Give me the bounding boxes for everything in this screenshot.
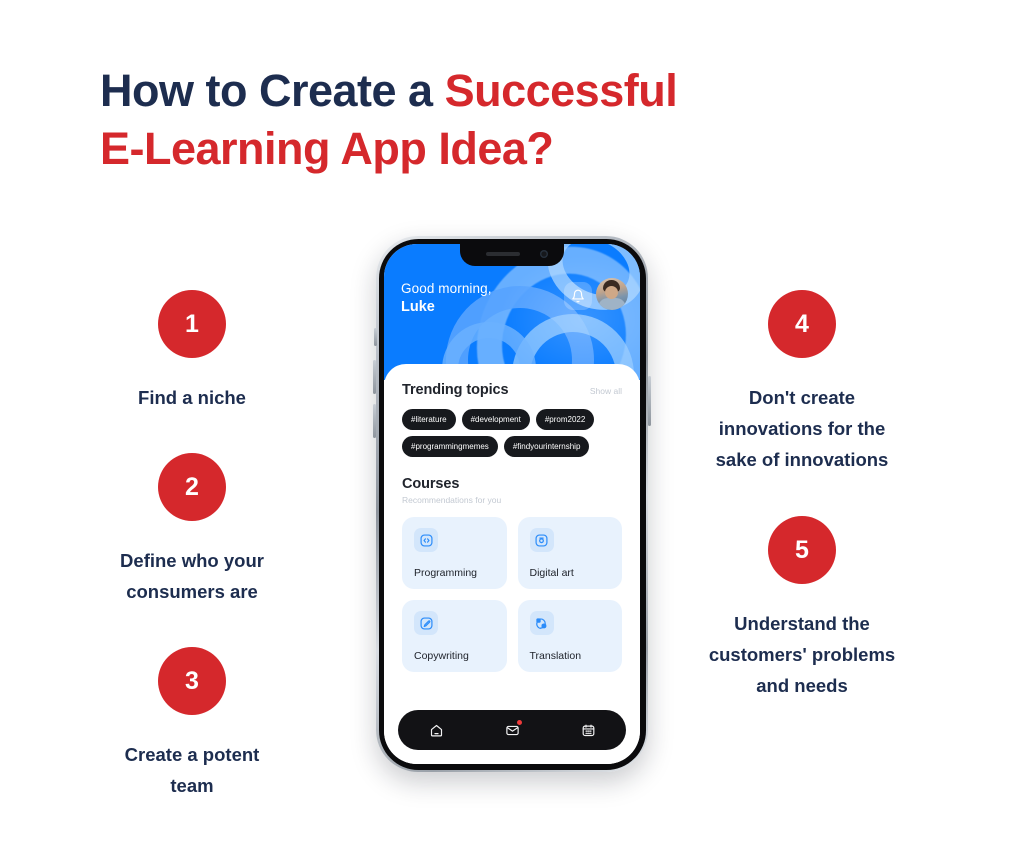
- trending-topics-title: Trending topics: [402, 382, 509, 398]
- step-number-badge-5: 5: [768, 516, 836, 584]
- greeting-block: Good morning, Luke: [401, 280, 492, 317]
- courses-header: Courses Recommendations for you: [402, 476, 622, 505]
- step-item-2: 2 Define who your consumers are: [57, 453, 327, 607]
- phone-notch: [460, 244, 564, 266]
- trending-tag[interactable]: #development: [461, 409, 530, 430]
- earpiece-speaker: [486, 252, 520, 256]
- step-item-4: 4 Don't create innovations for the sake …: [667, 290, 937, 475]
- bell-icon: [572, 289, 584, 303]
- front-camera-icon: [540, 250, 548, 258]
- course-card-programming[interactable]: Programming: [402, 517, 507, 589]
- course-icon-wrap: [414, 611, 438, 635]
- page-title-line-2: E-Learning App Idea?: [100, 123, 554, 174]
- page-title-line-1: How to Create a Successful: [100, 62, 820, 120]
- course-icon-wrap: [529, 611, 554, 635]
- avatar-face-shape: [605, 286, 618, 299]
- step-label-4: Don't create innovations for the sake of…: [667, 382, 937, 475]
- pencil-edit-icon: [419, 616, 433, 630]
- notification-bell-button[interactable]: [564, 282, 592, 310]
- courses-subtitle: Recommendations for you: [402, 495, 502, 505]
- tab-home[interactable]: [421, 717, 451, 743]
- camera-icon: [535, 533, 548, 547]
- course-icon-wrap: [414, 528, 438, 552]
- step-label-5-line-3: and needs: [756, 675, 848, 696]
- step-item-5: 5 Understand the customers' problems and…: [667, 516, 937, 701]
- step-label-5-line-2: customers' problems: [708, 644, 896, 665]
- step-label-1-line-1: Find a niche: [138, 387, 246, 408]
- page-title-accent: Successful: [444, 65, 678, 116]
- phone-power-button[interactable]: [648, 376, 651, 426]
- step-label-5: Understand the customers' problems and n…: [667, 608, 937, 701]
- step-label-1: Find a niche: [57, 382, 327, 413]
- course-card-copywriting[interactable]: Copywriting: [402, 600, 507, 672]
- trending-show-all-link[interactable]: Show all: [590, 386, 622, 396]
- code-icon: [419, 533, 433, 547]
- course-name: Copywriting: [414, 650, 469, 662]
- courses-grid: Programming Digital art Copywriting Tran…: [402, 517, 622, 672]
- home-icon: [430, 724, 442, 736]
- step-number-badge-4: 4: [768, 290, 836, 358]
- step-label-4-line-2: innovations for the: [718, 418, 886, 439]
- step-label-2-line-2: consumers are: [126, 581, 258, 602]
- course-icon-wrap: [529, 528, 554, 552]
- tab-messages[interactable]: [497, 717, 527, 743]
- greeting-text: Good morning,: [401, 281, 492, 296]
- tab-calendar[interactable]: [573, 717, 603, 743]
- calendar-icon: [582, 724, 594, 736]
- phone-mockup: Good morning, Luke Trending topics Show …: [373, 236, 651, 772]
- course-name: Translation: [529, 650, 582, 662]
- step-number-badge-1: 1: [158, 290, 226, 358]
- courses-title: Courses: [402, 476, 460, 492]
- step-label-5-line-1: Understand the: [734, 613, 870, 634]
- app-content-card: Trending topics Show all #literature #de…: [384, 364, 640, 764]
- step-number-badge-2: 2: [158, 453, 226, 521]
- translate-icon: [536, 617, 547, 629]
- trending-topics-header: Trending topics Show all: [402, 382, 622, 398]
- course-name: Digital art: [529, 567, 574, 579]
- app-bottom-navigation: [398, 710, 626, 750]
- step-label-3-line-2: team: [170, 775, 214, 796]
- page-title-plain: How to Create a: [100, 65, 445, 116]
- step-item-1: 1 Find a niche: [57, 290, 327, 413]
- step-label-4-line-3: sake of innovations: [715, 449, 889, 470]
- greeting-user-name: Luke: [401, 299, 435, 315]
- trending-tag-list: #literature #development #prom2022 #prog…: [402, 409, 622, 457]
- phone-volume-down-button[interactable]: [373, 404, 376, 438]
- step-label-3: Create a potent team: [57, 739, 327, 801]
- course-name: Programming: [414, 567, 478, 579]
- user-avatar[interactable]: [596, 278, 628, 310]
- step-label-3-line-1: Create a potent: [124, 744, 260, 765]
- avatar-body-shape: [598, 298, 626, 310]
- page-title: How to Create a Successful E-Learning Ap…: [100, 62, 820, 178]
- step-label-4-line-1: Don't create: [748, 387, 856, 408]
- course-card-digital-art[interactable]: Digital art: [517, 517, 622, 589]
- trending-tag[interactable]: #findyourinternship: [503, 436, 590, 457]
- course-card-translation[interactable]: Translation: [517, 600, 622, 672]
- trending-tag[interactable]: #programmingmemes: [402, 436, 498, 457]
- phone-silent-switch[interactable]: [374, 328, 377, 346]
- trending-tag[interactable]: #prom2022: [535, 409, 595, 430]
- messages-unread-badge: [517, 720, 522, 725]
- phone-volume-up-button[interactable]: [373, 360, 376, 394]
- step-item-3: 3 Create a potent team: [57, 647, 327, 801]
- trending-tag[interactable]: #literature: [402, 409, 456, 430]
- step-label-2-line-1: Define who your: [120, 550, 264, 571]
- step-label-2: Define who your consumers are: [57, 545, 327, 607]
- mail-icon: [505, 725, 519, 735]
- phone-screen: Good morning, Luke Trending topics Show …: [384, 244, 640, 764]
- step-number-badge-3: 3: [158, 647, 226, 715]
